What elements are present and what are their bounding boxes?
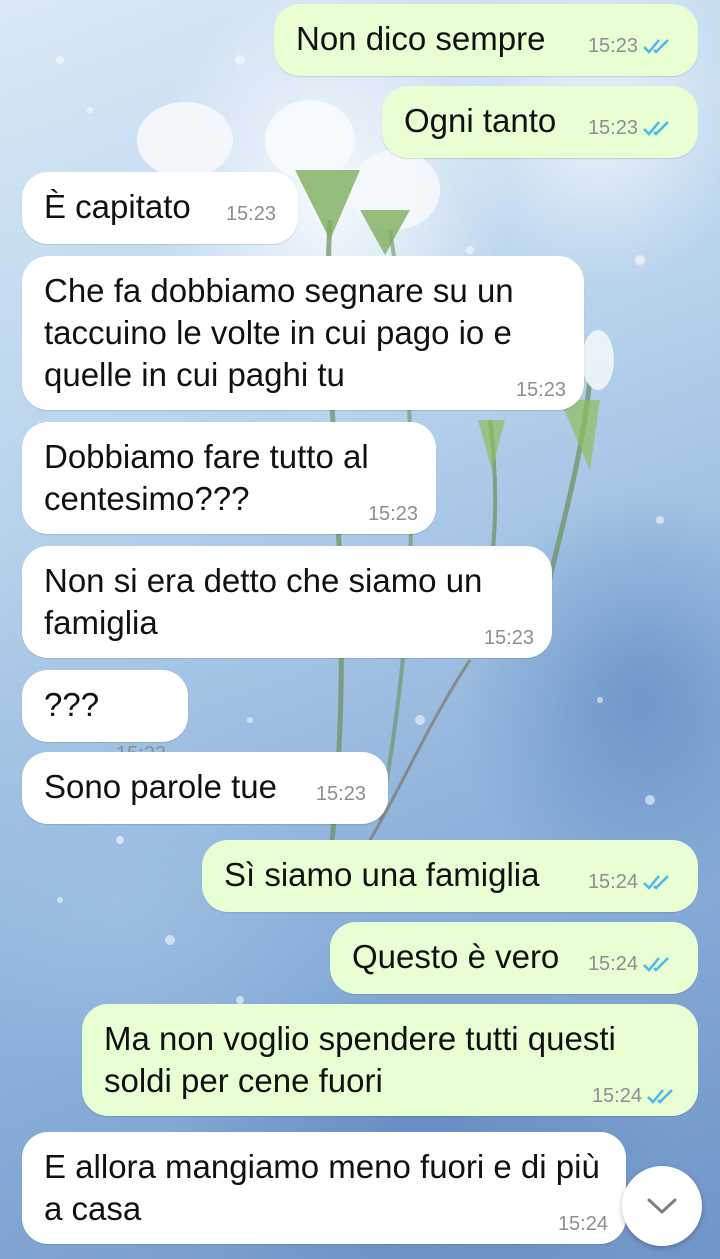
message-text: Non dico sempre [296,20,546,57]
message-text: Non si era detto che siamo un famiglia [44,562,492,641]
message-text: Questo è vero [352,938,560,975]
message-text: È capitato [44,188,191,225]
message-text: Ma non voglio spendere tutti questi sold… [104,1020,625,1099]
message-text: Che fa dobbiamo segnare su un taccuino l… [44,272,523,393]
message-meta: 15:24 [588,870,676,894]
double-check-icon [643,39,669,54]
chevron-down-icon [647,1198,677,1214]
incoming-message[interactable]: Dobbiamo fare tutto al centesimo??? 15:2… [22,422,436,534]
message-time: 15:23 [315,783,366,805]
double-check-icon [643,121,669,136]
incoming-message[interactable]: Non si era detto che siamo un famiglia 1… [22,546,552,658]
chat-messages[interactable]: Non dico sempre 15:23 Ogni tanto 15:23 È… [0,0,720,1259]
message-meta: 15:23 [588,34,676,58]
message-meta: 15:23 [368,502,418,526]
outgoing-message[interactable]: Ogni tanto 15:23 [382,86,698,158]
message-time: 15:23 [515,379,566,401]
double-check-icon [643,957,669,972]
double-check-icon [643,875,669,890]
message-meta: 15:23 [316,782,366,806]
double-check-icon [647,1089,673,1104]
message-text: Sono parole tue [44,768,278,805]
message-time: 15:24 [591,1085,642,1107]
message-time: 15:24 [587,871,638,893]
outgoing-message[interactable]: Questo è vero 15:24 [330,922,698,994]
message-time: 15:24 [557,1213,608,1235]
message-meta: 15:24 [558,1212,608,1236]
message-time: 15:23 [225,203,276,225]
message-time: 15:23 [587,117,638,139]
incoming-message[interactable]: Sono parole tue 15:23 [22,752,388,824]
message-meta: 15:23 [588,116,676,140]
message-time: 15:24 [587,953,638,975]
incoming-message[interactable]: È capitato 15:23 [22,172,298,244]
message-meta: 15:23 [226,202,276,226]
message-text: Ogni tanto [404,102,557,139]
outgoing-message[interactable]: Non dico sempre 15:23 [274,4,698,76]
message-time: 15:23 [483,627,534,649]
message-text: ??? [44,686,100,723]
message-meta: 15:23 [484,626,534,650]
incoming-message[interactable]: Che fa dobbiamo segnare su un taccuino l… [22,256,584,410]
message-text: Sì siamo una famiglia [224,856,540,893]
scroll-to-bottom-button[interactable] [622,1166,702,1246]
message-text: E allora mangiamo meno fuori e di più a … [44,1148,609,1227]
outgoing-message[interactable]: Ma non voglio spendere tutti questi sold… [82,1004,698,1116]
incoming-message[interactable]: ??? 15:23 [22,670,188,765]
incoming-message[interactable]: E allora mangiamo meno fuori e di più a … [22,1132,626,1244]
message-meta: 15:24 [588,952,676,976]
message-meta: 15:24 [592,1084,680,1108]
message-text: Dobbiamo fare tutto al centesimo??? [44,438,378,517]
outgoing-message[interactable]: Sì siamo una famiglia 15:24 [202,840,698,912]
message-time: 15:23 [367,503,418,525]
message-meta: 15:23 [516,378,566,402]
message-time: 15:23 [587,35,638,57]
